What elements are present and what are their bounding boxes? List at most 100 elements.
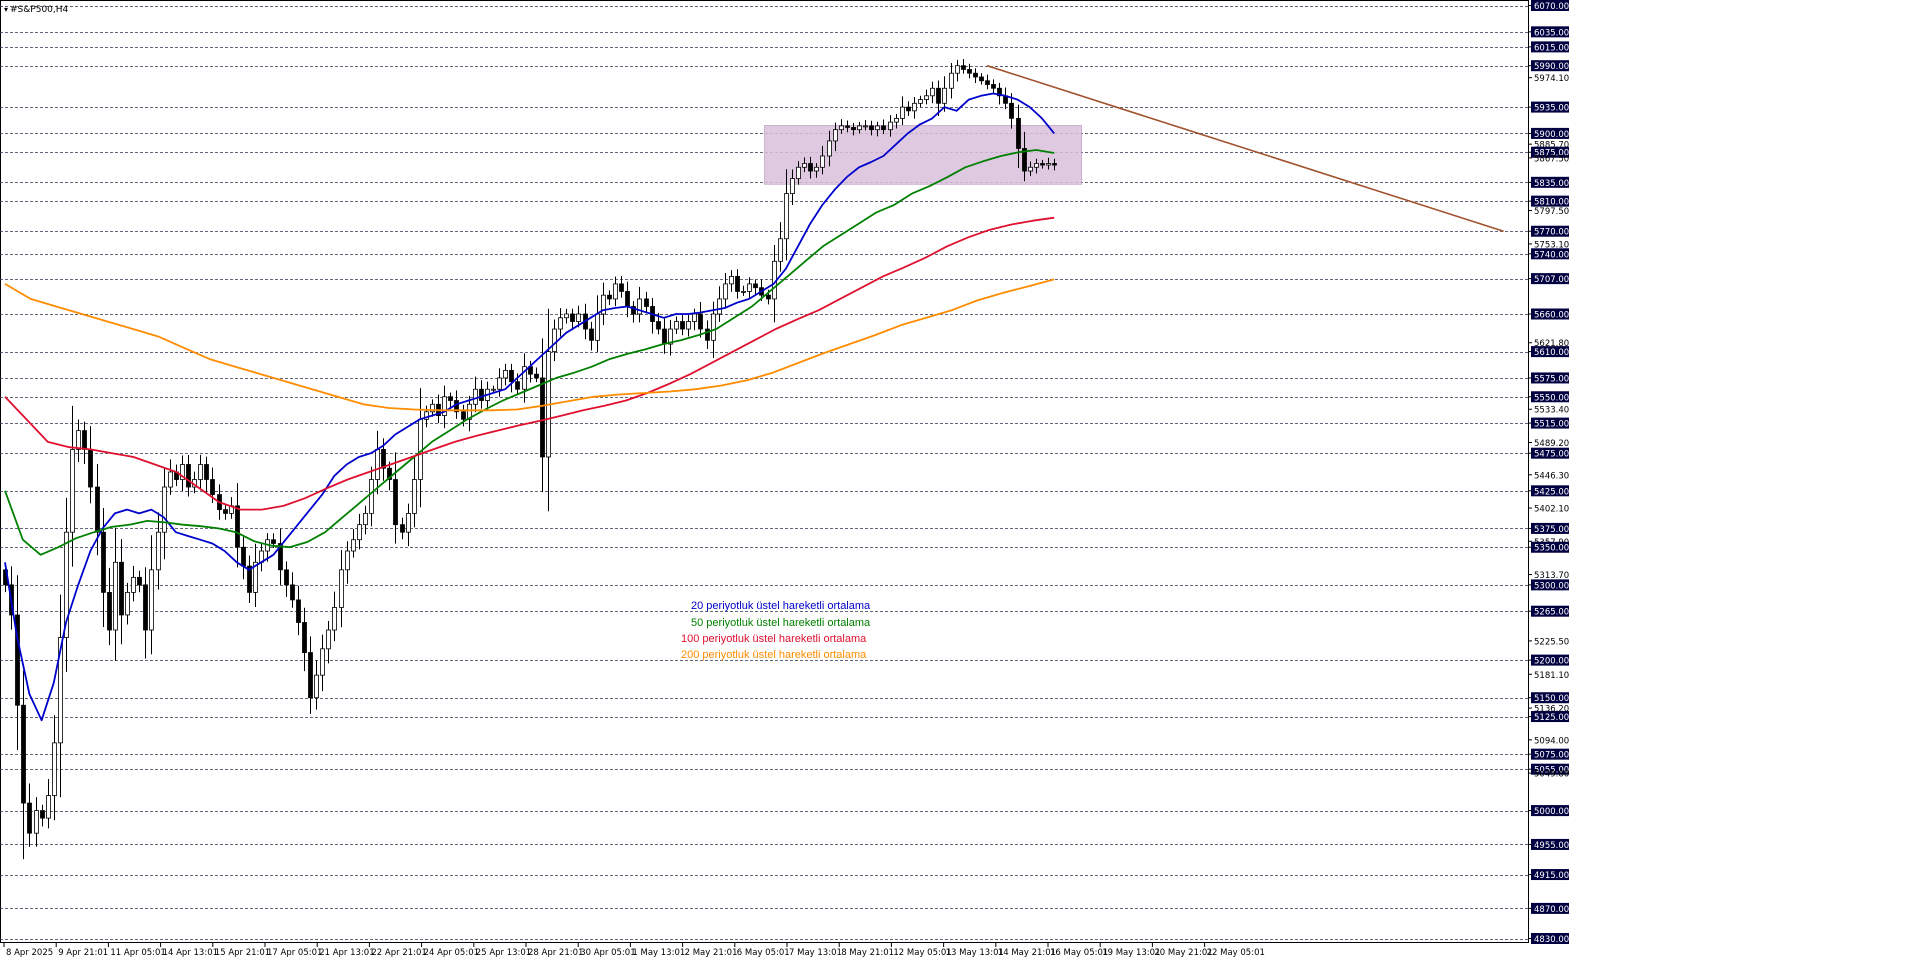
candle-body [619,283,624,292]
y-axis-label: 6070.00 [1534,2,1569,12]
candle-body [381,449,386,469]
y-axis-label: 5797.50 [1534,207,1569,217]
y-axis-label: 6035.00 [1534,28,1569,38]
candle-body [113,561,118,631]
price-chart[interactable]: 6081.206070.006035.006015.005990.005974.… [0,0,1916,963]
candle-body [692,313,697,322]
candle-body [70,449,75,533]
candle-body [95,486,100,533]
candle-body [808,163,813,172]
x-axis-label: 8 May 21:01 [841,948,894,958]
candle-body [284,569,289,586]
candle-body [241,546,246,567]
y-axis-label: 4915.00 [1534,871,1569,881]
candle-body [558,317,563,330]
candle-body [82,430,87,450]
candle-body [839,125,844,131]
y-axis-label: 4830.00 [1534,935,1569,945]
candle-body [1052,163,1057,166]
candle-body [515,381,520,390]
x-axis-label: 12 May 05:01 [893,948,951,958]
candle-body [564,313,569,319]
y-axis-label: 5375.00 [1534,525,1569,535]
candle-body [607,294,612,300]
candle-body [662,328,667,345]
candle-body [674,321,679,330]
candle-body [479,388,484,401]
candle-body [729,275,734,285]
x-axis-label: 28 Apr 21:01 [528,948,583,958]
candle-body [656,321,661,330]
candle-body [814,166,819,172]
candle-body [357,524,362,541]
consolidation-zone [764,125,1082,185]
dropdown-arrow-icon[interactable]: ▾ [4,5,8,14]
candle-body [540,377,545,458]
candle-body [552,328,557,353]
x-axis-label: 2 May 21:01 [685,948,738,958]
chart-area[interactable]: 6081.206070.006035.006015.005990.005974.… [0,0,1916,963]
candle-body [955,65,960,74]
y-axis-label: 5660.00 [1534,310,1569,320]
candle-body [589,328,594,341]
y-axis-label: 5094.00 [1534,736,1569,746]
candle-body [412,479,417,514]
candle-body [845,125,850,128]
candle-body [326,629,331,650]
candle-body [198,464,203,480]
candle-body [339,569,344,608]
candle-body [930,87,935,97]
candle-body [1016,117,1021,149]
x-axis-label: 14 Apr 13:01 [163,948,218,958]
candle-body [711,313,716,341]
candle-body [40,810,45,819]
candle-body [491,388,496,391]
candle-body [924,95,929,100]
candle-body [991,84,996,89]
candle-body [143,584,148,631]
x-axis-label: 8 Apr 2025 [6,948,53,958]
candle-body [223,509,228,514]
candle-body [46,795,51,819]
candle-body [637,298,642,315]
candle-body [503,370,508,379]
candle-body [448,396,453,401]
y-axis-label: 5990.00 [1534,62,1569,72]
candle-body [107,591,112,631]
candle-body [314,674,319,699]
ema200-line [4,278,1055,412]
candle-body [332,607,337,631]
candle-body [473,388,478,405]
candle-body [461,411,466,420]
candle-body [1040,163,1045,166]
x-axis-label: 1 May 13:01 [632,948,685,958]
candle-body [509,370,514,383]
candle-body [753,283,758,289]
candle-body [894,117,899,123]
candle-body [375,449,380,480]
y-axis-label: 6015.00 [1534,43,1569,53]
candle-body [961,65,966,70]
y-axis-label: 5610.00 [1534,348,1569,358]
candle-body [27,802,32,834]
candle-body [406,512,411,533]
y-axis-label: 5835.00 [1534,179,1569,189]
y-axis-label: 5575.00 [1534,374,1569,384]
candle-body [723,283,728,300]
y-axis-label: 5550.00 [1534,393,1569,403]
legend-ema200: 200 periyotluk üstel hareketli ortalama [681,649,867,661]
x-axis-label: 15 Apr 21:01 [215,948,270,958]
candle-body [101,531,106,593]
y-axis-label: 5770.00 [1534,228,1569,238]
candle-body [534,373,539,379]
y-axis-label: 5150.00 [1534,694,1569,704]
candle-body [827,140,832,157]
y-axis-label: 4870.00 [1534,905,1569,915]
y-axis-label: 5707.00 [1534,275,1569,285]
candle-body [644,298,649,307]
candle-body [235,505,240,548]
y-axis-label: 5300.00 [1534,581,1569,591]
candle-body [833,129,838,142]
candle-body [985,80,990,85]
candle-body [973,72,978,78]
